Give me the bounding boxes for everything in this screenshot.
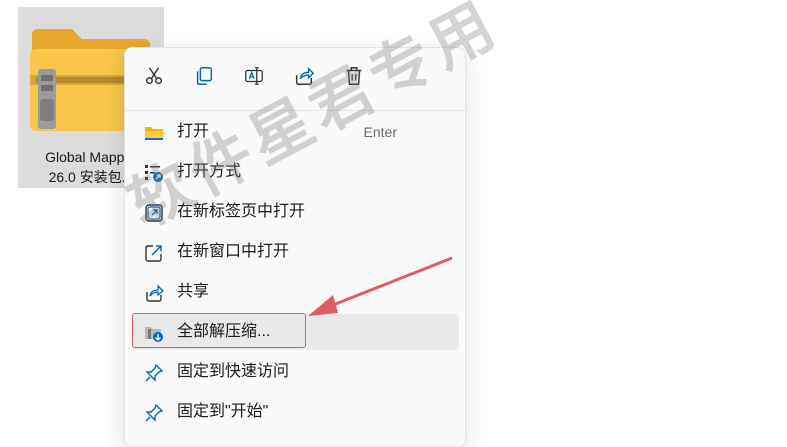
extract-icon (143, 322, 165, 344)
new-tab-icon (143, 202, 165, 224)
menu-item-label: 固定到"开始" (177, 403, 269, 420)
folder-open-icon (143, 122, 165, 144)
menu-item-open[interactable]: 打开 Enter (133, 114, 459, 150)
menu-item-label: 固定到快速访问 (177, 363, 290, 380)
context-toolbar (125, 48, 465, 110)
copy-icon (196, 67, 213, 85)
menu-item-extract-all[interactable]: 全部解压缩... (133, 314, 459, 350)
scissors-icon (145, 67, 163, 85)
context-menu: 打开 Enter 打开方式 在新标签页中打开 在新窗口中打开 共享 全部解压缩.… (124, 47, 466, 447)
new-window-icon (143, 242, 165, 264)
cut-button[interactable] (140, 62, 168, 90)
menu-item-label: 共享 (177, 283, 210, 300)
menu-item-label: 打开 (177, 123, 210, 140)
menu-item-label: 在新标签页中打开 (177, 203, 306, 220)
menu-item-open-new-window[interactable]: 在新窗口中打开 (133, 234, 459, 270)
pin-icon (143, 402, 165, 424)
pin-icon (143, 362, 165, 384)
menu-separator (125, 110, 465, 111)
menu-item-open-with[interactable]: 打开方式 (133, 154, 459, 190)
share-button[interactable] (290, 62, 318, 90)
menu-item-label: 在新窗口中打开 (177, 243, 290, 260)
rename-icon (245, 67, 263, 85)
menu-item-open-new-tab[interactable]: 在新标签页中打开 (133, 194, 459, 230)
menu-item-label: 打开方式 (177, 163, 242, 180)
share-icon (143, 282, 165, 304)
shortcut-label: Enter (363, 124, 397, 140)
menu-item-label: 全部解压缩... (177, 323, 271, 340)
menu-item-pin-quick-access[interactable]: 固定到快速访问 (133, 354, 459, 390)
delete-button[interactable] (340, 62, 368, 90)
share-icon (295, 67, 315, 85)
menu-item-share[interactable]: 共享 (133, 274, 459, 310)
rename-button[interactable] (240, 62, 268, 90)
open-with-icon (143, 162, 165, 184)
trash-icon (346, 67, 362, 85)
menu-item-pin-start[interactable]: 固定到"开始" (133, 394, 459, 430)
copy-button[interactable] (190, 62, 218, 90)
